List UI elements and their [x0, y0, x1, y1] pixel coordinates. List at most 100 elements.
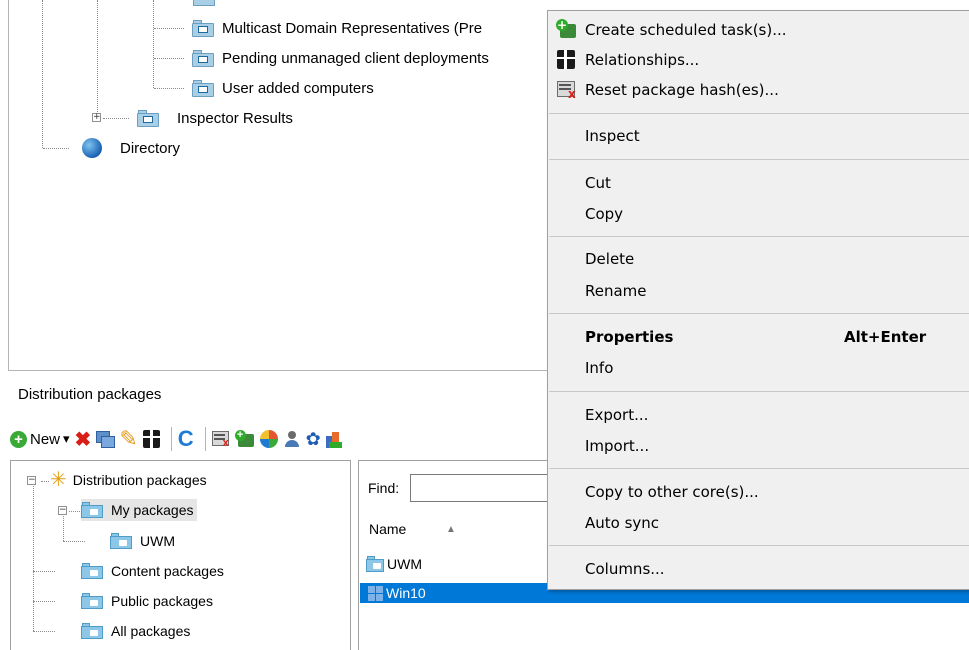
- menu-item-copy[interactable]: Copy: [548, 199, 969, 229]
- find-input[interactable]: [410, 474, 570, 502]
- pencil-icon: ✎: [119, 426, 138, 451]
- tree-guide-line: [63, 511, 64, 541]
- reset-hash-icon: x: [211, 430, 230, 448]
- tree-guide-line: [33, 481, 34, 631]
- package-button[interactable]: [325, 426, 342, 452]
- package-folder-icon: [110, 533, 132, 549]
- menu-item-delete[interactable]: Delete: [548, 244, 969, 274]
- delete-icon: ✖: [74, 428, 92, 451]
- menu-item-label: Auto sync: [585, 514, 660, 532]
- menu-separator: [549, 313, 969, 314]
- reset-hash-button[interactable]: x: [211, 426, 230, 452]
- reset-hash-icon: x: [556, 79, 576, 100]
- gear-icon: ✿: [305, 428, 321, 449]
- gift-icon: [556, 49, 576, 69]
- menu-item-label: Columns...: [585, 560, 665, 578]
- delete-button[interactable]: ✖: [75, 426, 92, 452]
- tree-item-user-added-computers[interactable]: User added computers: [192, 77, 374, 99]
- tree-item-label: Pending unmanaged client deployments: [222, 49, 489, 67]
- user-button[interactable]: [283, 426, 301, 452]
- refresh-button[interactable]: C: [178, 426, 194, 452]
- computer-folder-icon: [192, 49, 214, 67]
- tree-item-distribution-packages[interactable]: ✳ Distribution packages: [50, 469, 207, 491]
- toolbar-separator: [204, 427, 206, 451]
- tree-item-label: Directory: [120, 139, 181, 157]
- tree-guide-line: [97, 0, 98, 118]
- copy-icon: [96, 431, 116, 448]
- tree-item-label: User added computers: [222, 79, 374, 97]
- tree-item-content-packages[interactable]: Content packages: [81, 560, 224, 582]
- tree-item-uwm[interactable]: UWM: [110, 530, 175, 552]
- package-icon: [325, 430, 342, 448]
- package-folder-icon: [81, 593, 103, 609]
- gift-icon: [142, 430, 160, 448]
- create-scheduled-task-button[interactable]: +: [234, 426, 255, 452]
- menu-item-columns[interactable]: Columns...: [548, 554, 969, 584]
- collapse-icon[interactable]: −: [58, 506, 67, 515]
- tree-item-label: UWM: [140, 533, 175, 549]
- tree-item-multicast-domain-representatives[interactable]: Multicast Domain Representatives (Pre: [192, 17, 482, 39]
- menu-item-label: Relationships...: [585, 51, 700, 69]
- tree-item-public-packages[interactable]: Public packages: [81, 590, 213, 612]
- menu-item-copy-to-other-cores[interactable]: Copy to other core(s)...: [548, 477, 969, 507]
- settings-button[interactable]: ✿: [306, 426, 321, 452]
- menu-item-cut[interactable]: Cut: [548, 168, 969, 198]
- tree-item-pending-unmanaged-client-deployments[interactable]: Pending unmanaged client deployments: [192, 47, 489, 69]
- tree-guide-line: [154, 58, 184, 59]
- tree-guide-line: [41, 481, 49, 482]
- package-folder-icon: [81, 623, 103, 639]
- menu-item-label: Inspect: [585, 127, 640, 145]
- tree-item-my-packages[interactable]: My packages: [81, 499, 198, 521]
- menu-item-auto-sync[interactable]: Auto sync: [548, 508, 969, 538]
- relationships-button[interactable]: [142, 426, 160, 452]
- find-label: Find:: [368, 480, 400, 496]
- scheduled-task-icon: +: [556, 19, 576, 39]
- tree-guide-line: [63, 541, 85, 542]
- scheduled-task-icon: +: [234, 430, 255, 448]
- column-header-name[interactable]: Name: [369, 521, 406, 537]
- menu-item-label: Reset package hash(es)...: [585, 81, 779, 99]
- menu-item-reset-package-hash[interactable]: x Reset package hash(es)...: [548, 75, 969, 105]
- package-folder-icon: [81, 563, 103, 579]
- menu-item-label: Create scheduled task(s)...: [585, 21, 787, 39]
- tree-item-label: Public packages: [111, 593, 213, 609]
- tree-item-all-packages[interactable]: All packages: [81, 620, 190, 642]
- computer-folder-icon: [193, 0, 215, 6]
- menu-item-info[interactable]: Info: [548, 353, 969, 383]
- tree-item-inspector-results[interactable]: Inspector Results: [137, 107, 293, 129]
- edit-button[interactable]: ✎: [119, 426, 137, 452]
- menu-item-relationships[interactable]: Relationships...: [548, 45, 969, 75]
- menu-item-label: Copy to other core(s)...: [585, 483, 759, 501]
- menu-item-import[interactable]: Import...: [548, 431, 969, 461]
- copy-button[interactable]: [96, 426, 116, 452]
- refresh-icon: C: [177, 426, 194, 451]
- menu-item-label: Info: [585, 359, 614, 377]
- expand-icon[interactable]: +: [92, 113, 101, 122]
- tree-guide-line: [33, 571, 55, 572]
- new-button[interactable]: + New ▾: [10, 426, 70, 452]
- menu-item-label: Copy: [585, 205, 624, 223]
- menu-item-create-scheduled-task[interactable]: + Create scheduled task(s)...: [548, 15, 969, 45]
- menu-item-export[interactable]: Export...: [548, 400, 969, 430]
- tree-item-label: Inspector Results: [177, 109, 293, 127]
- menu-separator: [549, 159, 969, 160]
- menu-item-properties[interactable]: Properties Alt+Enter: [548, 322, 969, 352]
- menu-separator: [549, 468, 969, 469]
- menu-item-rename[interactable]: Rename: [548, 276, 969, 306]
- computer-folder-icon: [192, 19, 214, 37]
- tree-guide-line: [33, 631, 55, 632]
- chevron-down-icon: ▾: [63, 431, 70, 446]
- list-item-name: Win10: [386, 585, 426, 601]
- tree-item-directory[interactable]: Directory: [82, 137, 180, 159]
- menu-item-label: Rename: [585, 282, 647, 300]
- distribution-star-icon: ✳: [50, 469, 67, 491]
- computer-folder-icon: [192, 79, 214, 97]
- tree-guide-line: [103, 118, 129, 119]
- add-icon: +: [10, 430, 27, 448]
- context-menu: + Create scheduled task(s)... Relationsh…: [547, 10, 969, 590]
- menu-item-label: Import...: [585, 437, 650, 455]
- inspect-button[interactable]: [259, 426, 278, 452]
- collapse-icon[interactable]: −: [27, 476, 36, 485]
- tree-guide-line: [43, 148, 69, 149]
- menu-item-inspect[interactable]: Inspect: [548, 121, 969, 151]
